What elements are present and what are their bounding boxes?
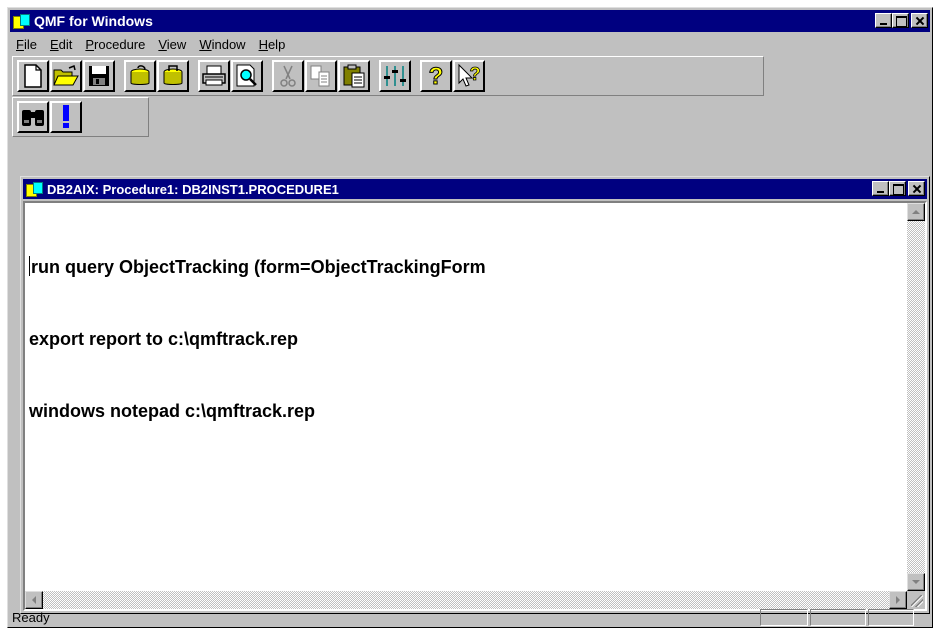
print-button[interactable] (198, 60, 230, 92)
paste-button[interactable] (338, 60, 370, 92)
procedure-maximize-button[interactable] (889, 181, 906, 196)
status-grip (916, 609, 930, 626)
menu-window[interactable]: Window (193, 37, 252, 52)
close-button[interactable] (911, 13, 928, 28)
options-button[interactable] (379, 60, 411, 92)
save-to-database-button[interactable] (157, 60, 189, 92)
binoculars-icon (22, 110, 44, 126)
minimize-button[interactable] (875, 13, 892, 28)
arrow-left-icon (32, 596, 36, 604)
procedure-text[interactable]: run query ObjectTracking (form=ObjectTra… (29, 207, 901, 471)
procedure-window: DB2AIX: Procedure1: DB2INST1.PROCEDURE1 … (20, 176, 930, 614)
menu-view[interactable]: View (152, 37, 193, 52)
app-title: QMF for Windows (34, 13, 153, 29)
printer-icon (202, 65, 226, 86)
print-preview-icon (236, 64, 257, 87)
question-mark-icon: ? (428, 63, 444, 89)
procedure-titlebar[interactable]: DB2AIX: Procedure1: DB2INST1.PROCEDURE1 (23, 179, 927, 199)
open-button[interactable] (50, 60, 82, 92)
find-button[interactable] (17, 101, 49, 133)
vertical-scrollbar[interactable] (907, 203, 925, 591)
database-get-icon (130, 65, 150, 85)
new-document-icon (24, 64, 42, 88)
status-panel (760, 608, 808, 626)
status-bar: Ready (8, 607, 932, 627)
qmf-app-icon[interactable] (12, 13, 30, 29)
procedure-close-button[interactable] (908, 181, 925, 196)
menu-bar: File Edit Procedure View Window Help (10, 34, 930, 54)
status-panel (868, 608, 914, 626)
text-caret (29, 256, 30, 276)
pointer-question-icon: ? (458, 64, 481, 87)
open-folder-icon (53, 65, 79, 86)
svg-text:?: ? (429, 63, 444, 89)
arrow-right-icon (896, 596, 900, 604)
arrow-up-icon (912, 210, 920, 214)
menu-edit[interactable]: Edit (44, 37, 79, 52)
svg-text:?: ? (470, 64, 481, 84)
copy-button[interactable] (305, 60, 337, 92)
procedure-minimize-button[interactable] (872, 181, 889, 196)
run-button[interactable] (50, 101, 82, 133)
menu-help[interactable]: Help (253, 37, 293, 52)
main-window: QMF for Windows File Edit Procedure View… (7, 7, 933, 628)
new-button[interactable] (17, 60, 49, 92)
paste-icon (343, 64, 365, 88)
scissors-icon (280, 65, 296, 87)
main-toolbar: ? ? (12, 56, 764, 96)
maximize-button[interactable] (892, 13, 909, 28)
scroll-down-button[interactable] (907, 573, 925, 591)
save-button[interactable] (83, 60, 115, 92)
code-line: export report to c:\qmftrack.rep (29, 329, 299, 349)
menu-file[interactable]: File (10, 37, 44, 52)
print-preview-button[interactable] (231, 60, 263, 92)
procedure-editor[interactable]: run query ObjectTracking (form=ObjectTra… (23, 201, 927, 611)
app-titlebar[interactable]: QMF for Windows (10, 10, 930, 32)
context-help-button[interactable]: ? (453, 60, 485, 92)
retrieve-from-database-button[interactable] (124, 60, 156, 92)
arrow-down-icon (912, 580, 920, 584)
scroll-up-button[interactable] (907, 203, 925, 221)
status-text: Ready (12, 609, 50, 625)
exclamation-icon (63, 105, 69, 128)
save-disk-icon (89, 66, 109, 86)
copy-icon (310, 65, 330, 87)
database-save-icon (163, 65, 183, 85)
procedure-icon[interactable] (25, 181, 43, 197)
cut-button[interactable] (272, 60, 304, 92)
sliders-icon (384, 66, 406, 86)
code-line: windows notepad c:\qmftrack.rep (29, 401, 316, 421)
status-panel (810, 608, 866, 626)
secondary-toolbar (12, 97, 149, 137)
code-line: run query ObjectTracking (form=ObjectTra… (29, 256, 486, 277)
procedure-title: DB2AIX: Procedure1: DB2INST1.PROCEDURE1 (47, 181, 339, 197)
help-button[interactable]: ? (420, 60, 452, 92)
menu-procedure[interactable]: Procedure (79, 37, 152, 52)
